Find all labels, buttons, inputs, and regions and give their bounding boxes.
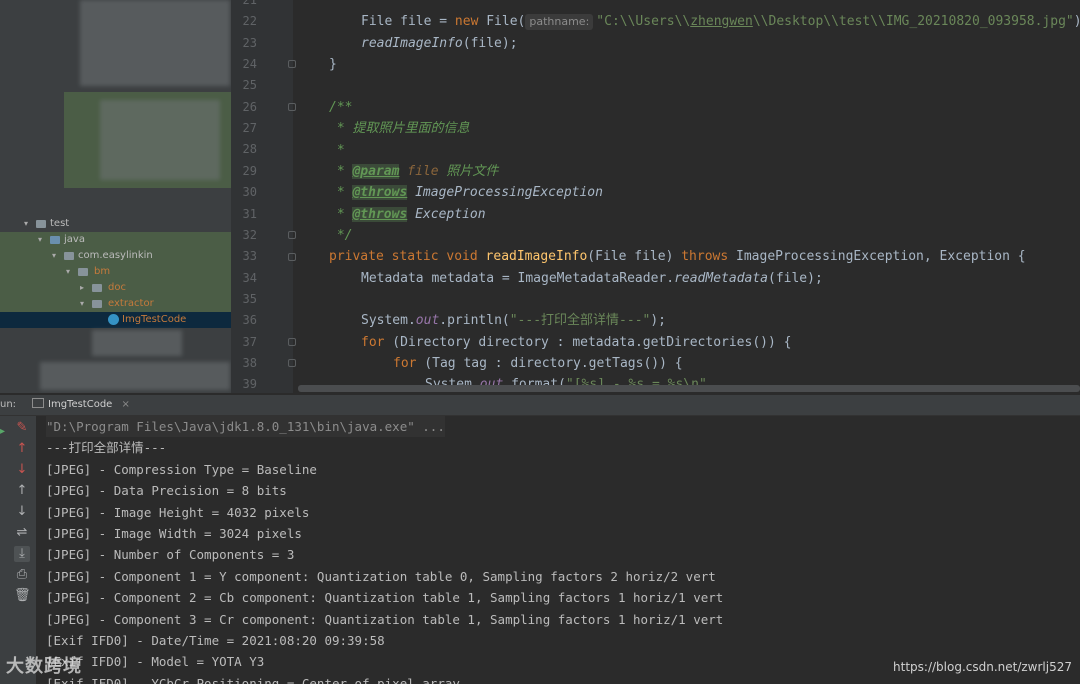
line-number: 30 — [242, 185, 257, 200]
console-line: [JPEG] - Component 3 = Cr component: Qua… — [46, 611, 724, 627]
line-number: 32 — [242, 227, 257, 242]
tree-node-extractor[interactable]: ▾ extractor — [0, 296, 231, 312]
line-number: 26 — [242, 99, 257, 114]
run-tool-window-header: un: ImgTestCode × — [0, 395, 1080, 416]
up-arrow-icon[interactable]: ↑ — [14, 483, 30, 499]
up-arrow-red-icon[interactable]: ↑ — [14, 441, 30, 457]
blurred-tree-region — [80, 0, 230, 86]
code-line-23: readImageInfo(file); — [361, 36, 518, 51]
console-line: "D:\Program Files\Java\jdk1.8.0_131\bin\… — [46, 416, 445, 437]
line-number: 39 — [242, 377, 257, 392]
fold-marker[interactable] — [288, 359, 296, 367]
watermark-url: https://blog.csdn.net/zwrlj527 — [893, 660, 1072, 674]
line-number: 23 — [242, 35, 257, 50]
fold-marker[interactable] — [288, 253, 296, 261]
console-output[interactable]: "D:\Program Files\Java\jdk1.8.0_131\bin\… — [36, 416, 1080, 684]
line-number: 31 — [242, 206, 257, 221]
console-line: [JPEG] - Compression Type = Baseline — [46, 461, 317, 477]
line-number: 36 — [242, 313, 257, 328]
down-arrow-icon[interactable]: ↓ — [14, 504, 30, 520]
scroll-to-end-icon[interactable]: ⤓ — [14, 546, 30, 562]
fold-marker[interactable] — [288, 231, 296, 239]
tree-node-doc[interactable]: ▸ doc — [0, 280, 231, 296]
fold-marker[interactable] — [288, 60, 296, 68]
line-number: 35 — [242, 291, 257, 306]
code-line-28: * — [329, 143, 345, 158]
fold-marker[interactable] — [288, 338, 296, 346]
console-line: [JPEG] - Image Height = 4032 pixels — [46, 504, 310, 520]
code-line-29: * @param file 照片文件 — [329, 164, 499, 179]
tree-node-package[interactable]: ▾ com.easylinkin — [0, 248, 231, 264]
line-number: 38 — [242, 355, 257, 370]
rerun-icon[interactable]: ▸ — [0, 426, 5, 437]
line-number: 21 — [242, 0, 257, 7]
print-icon[interactable]: ⎙ — [14, 567, 30, 583]
console-line: [JPEG] - Component 2 = Cb component: Qua… — [46, 590, 724, 606]
line-number: 22 — [242, 14, 257, 29]
left-edge-icons: ▸ — [0, 426, 6, 626]
run-tab-imgtestcode[interactable]: ImgTestCode × — [28, 395, 134, 415]
console-line: [Exif IFD0] - YCbCr Positioning = Center… — [46, 675, 460, 684]
fold-marker[interactable] — [288, 103, 296, 111]
console-line: [JPEG] - Data Precision = 8 bits — [46, 483, 287, 499]
java-class-icon — [108, 314, 119, 325]
line-number: 34 — [242, 270, 257, 285]
code-line-27: * 提取照片里面的信息 — [329, 121, 470, 136]
line-number: 37 — [242, 334, 257, 349]
run-config-icon — [32, 398, 44, 408]
code-line-38: for (Tag tag : directory.getTags()) { — [393, 356, 683, 371]
code-line-26: /** — [329, 100, 353, 115]
console-line: [JPEG] - Image Width = 3024 pixels — [46, 526, 302, 541]
parameter-hint: pathname: — [525, 14, 594, 30]
clear-all-icon[interactable]: 🗑 — [14, 588, 31, 604]
project-tree-panel: ▾ test ▾ java ▾ com.easylinkin ▾ bm ▸ do… — [0, 0, 231, 393]
code-line-36: System.out.println("---打印全部详情---"); — [361, 313, 667, 328]
line-number: 28 — [242, 142, 257, 157]
code-line-34: Metadata metadata = ImageMetadataReader.… — [361, 271, 823, 286]
code-line-37: for (Directory directory : metadata.getD… — [361, 335, 792, 350]
tree-node-bm[interactable]: ▾ bm — [0, 264, 231, 280]
line-number: 24 — [242, 57, 257, 72]
code-line-31: * @throws Exception — [329, 207, 486, 222]
close-tab-icon[interactable]: × — [122, 399, 130, 410]
run-toolbar: ✎ ↑ ↓ ↑ ↓ ⇌ ⤓ ⎙ 🗑 ▸ — [0, 416, 36, 684]
line-number: 29 — [242, 163, 257, 178]
tree-node-test[interactable]: ▾ test — [0, 216, 231, 232]
console-line: [JPEG] - Component 1 = Y component: Quan… — [46, 568, 716, 584]
soft-wrap-icon[interactable]: ⇌ — [14, 525, 30, 541]
edit-config-icon[interactable]: ✎ — [14, 420, 30, 436]
blurred-tree-region — [100, 100, 220, 180]
code-line-24: } — [329, 57, 337, 72]
code-line-30: * @throws ImageProcessingException — [329, 185, 603, 200]
console-line: ---打印全部详情--- — [46, 440, 167, 456]
down-arrow-red-icon[interactable]: ↓ — [14, 462, 30, 478]
code-editor[interactable]: File file = new File(pathname: "C:\\Users… — [231, 0, 1080, 393]
tree-node-imgtestcode[interactable]: ImgTestCode — [0, 312, 231, 328]
line-number: 33 — [242, 249, 257, 264]
tree-node-java[interactable]: ▾ java — [0, 232, 231, 248]
line-number: 25 — [242, 78, 257, 93]
blurred-tree-region — [92, 330, 182, 356]
code-line-22: File file = new File(pathname: "C:\\Users… — [361, 14, 1080, 30]
console-line: [Exif IFD0] - Date/Time = 2021:08:20 09:… — [46, 633, 385, 648]
watermark-logo: 大数跨境 — [6, 656, 82, 677]
horizontal-scrollbar[interactable] — [298, 385, 1080, 392]
blurred-tree-region — [40, 362, 230, 390]
console-line: [JPEG] - Number of Components = 3 — [46, 547, 295, 563]
line-number: 27 — [242, 121, 257, 136]
code-line-33: private static void readImageInfo(File f… — [329, 249, 1026, 264]
code-line-32: */ — [329, 228, 353, 243]
